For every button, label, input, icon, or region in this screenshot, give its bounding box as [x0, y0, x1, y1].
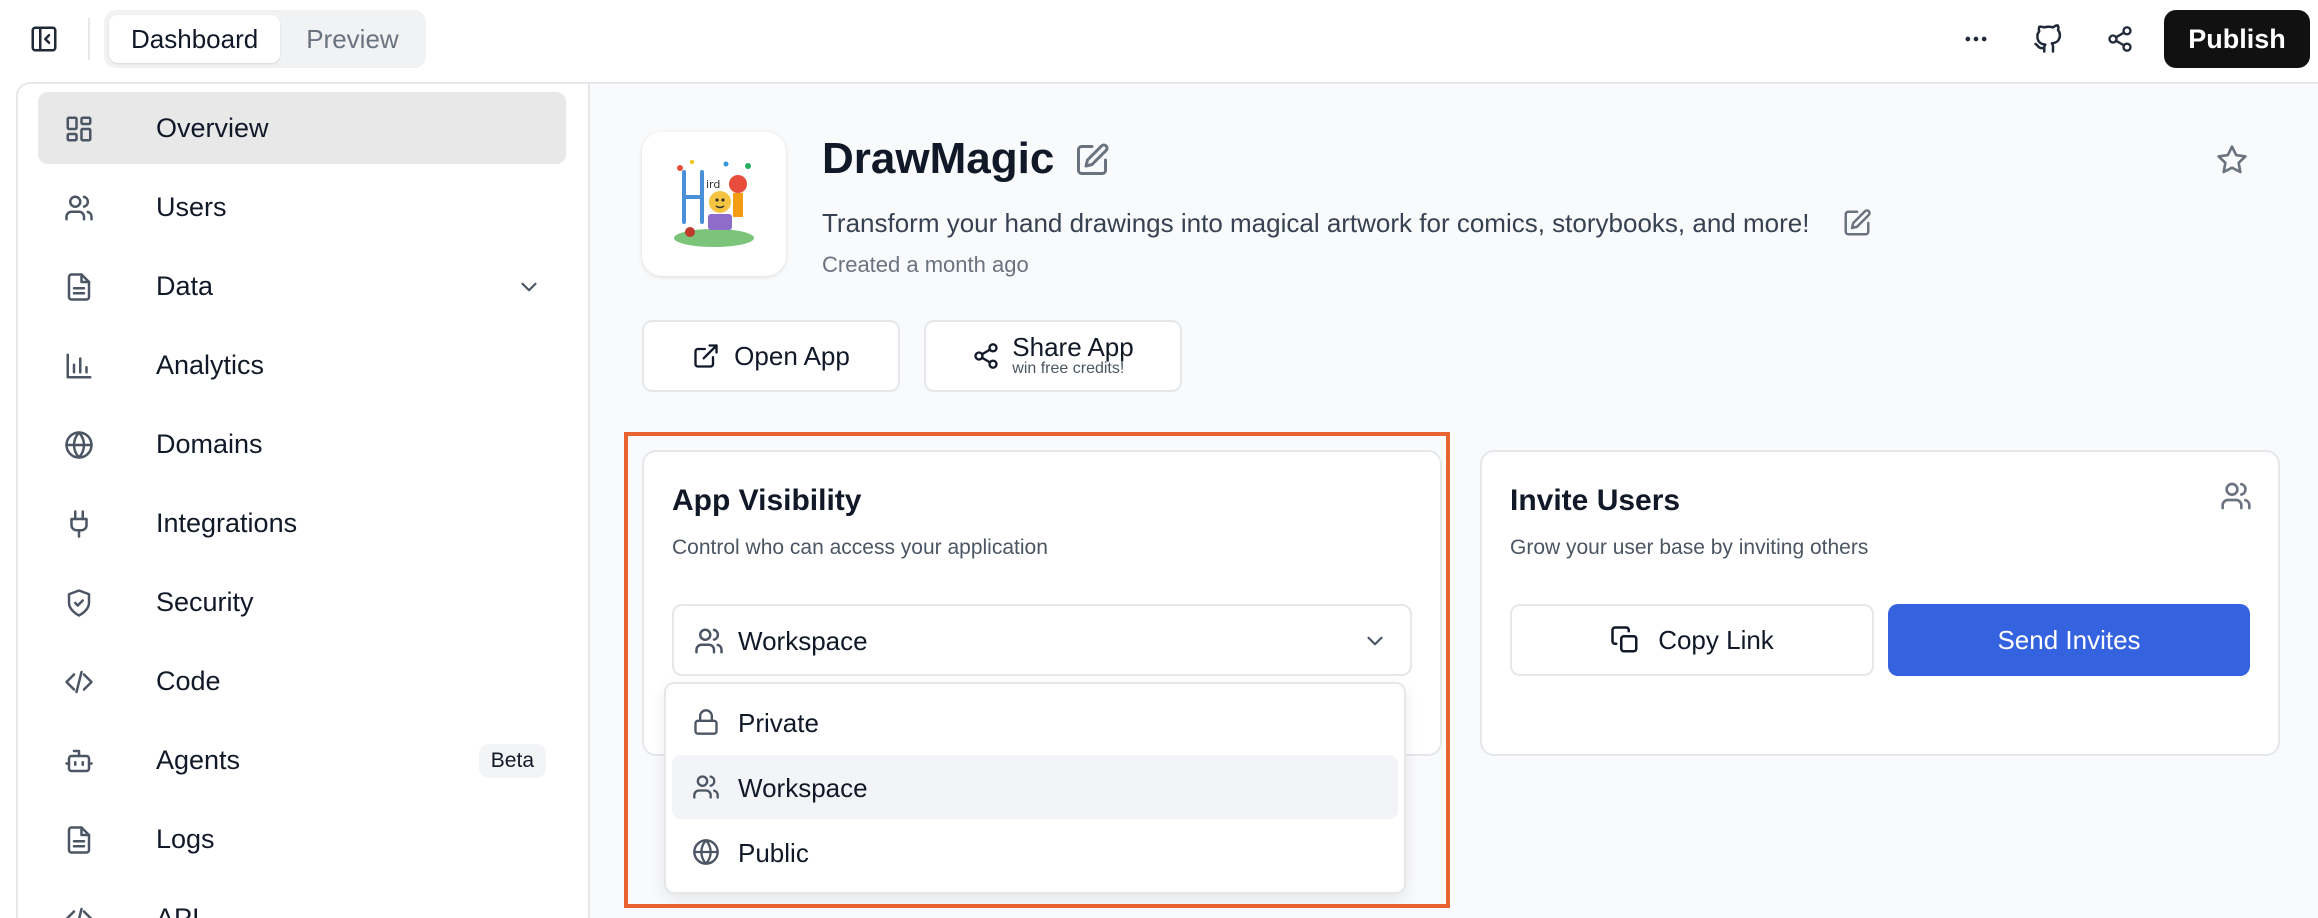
tab-preview[interactable]: Preview — [284, 15, 420, 63]
lock-icon — [692, 708, 720, 736]
option-label: Workspace — [738, 773, 868, 803]
page-title: DrawMagic — [822, 134, 1055, 183]
card-subtitle: Control who can access your application — [672, 536, 1048, 559]
sidebar-item-domains[interactable]: Domains — [38, 408, 566, 480]
sidebar-item-label: Overview — [156, 112, 269, 143]
plug-icon — [64, 509, 94, 539]
invite-users-card: Invite Users Grow your user base by invi… — [1480, 450, 2280, 756]
sidebar-item-label: Security — [156, 586, 254, 617]
document-icon — [64, 272, 94, 302]
card-title: App Visibility — [672, 484, 862, 517]
users-icon — [692, 773, 720, 801]
created-timestamp: Created a month ago — [822, 252, 1029, 277]
option-workspace[interactable]: Workspace — [672, 755, 1398, 819]
globe-icon — [64, 430, 94, 460]
more-icon[interactable] — [1948, 11, 2004, 67]
copy-link-button[interactable]: Copy Link — [1510, 604, 1874, 676]
external-link-icon — [692, 342, 720, 370]
option-private[interactable]: Private — [672, 690, 1398, 754]
view-switcher: Dashboard Preview — [104, 10, 426, 68]
sidebar-item-label: Logs — [156, 823, 215, 854]
card-subtitle: Grow your user base by inviting others — [1510, 536, 1869, 559]
users-icon — [64, 193, 94, 223]
drawing-illustration-icon: ird — [674, 160, 754, 247]
sidebar-item-label: Code — [156, 665, 221, 696]
users-icon — [694, 626, 724, 656]
sidebar-item-users[interactable]: Users — [38, 171, 566, 243]
open-app-label: Open App — [734, 340, 850, 371]
share-app-label: Share App — [1012, 331, 1134, 362]
edit-icon[interactable] — [1842, 208, 1872, 238]
sidebar-item-label: API — [156, 902, 200, 918]
sidebar-item-label: Analytics — [156, 349, 265, 380]
sidebar-collapse-icon[interactable] — [16, 11, 72, 67]
users-icon — [2220, 480, 2252, 512]
option-label: Public — [738, 838, 809, 868]
shield-icon — [64, 588, 94, 618]
sidebar-item-data[interactable]: Data — [38, 250, 566, 322]
document-icon — [64, 825, 94, 855]
visibility-dropdown: Private Workspace Public — [664, 682, 1406, 894]
bar-chart-icon — [64, 351, 94, 381]
share-app-subtext: win free credits! — [1012, 360, 1125, 378]
sidebar-item-label: Integrations — [156, 507, 298, 538]
star-icon[interactable] — [2216, 144, 2248, 176]
copy-link-label: Copy Link — [1658, 624, 1774, 655]
sidebar: Overview Users Data Analytics Domains In… — [18, 84, 590, 918]
sidebar-item-integrations[interactable]: Integrations — [38, 487, 566, 559]
top-bar: Dashboard Preview Publish — [0, 0, 2318, 82]
chevron-down-icon — [1362, 628, 1388, 654]
sidebar-item-label: Domains — [156, 428, 263, 459]
bot-icon — [64, 746, 94, 776]
sidebar-item-label: Agents — [156, 744, 241, 775]
globe-icon — [692, 838, 720, 866]
app-description: Transform your hand drawings into magica… — [822, 208, 1810, 238]
share-icon[interactable] — [2092, 11, 2148, 67]
code-icon — [64, 667, 94, 697]
grid-icon — [64, 114, 94, 144]
sidebar-item-code[interactable]: Code — [38, 645, 566, 717]
option-label: Private — [738, 708, 819, 738]
sidebar-item-security[interactable]: Security — [38, 566, 566, 638]
chevron-down-icon[interactable] — [516, 274, 542, 300]
share-icon — [972, 342, 1000, 370]
svg-text:ird: ird — [706, 178, 720, 191]
send-invites-button[interactable]: Send Invites — [1888, 604, 2250, 676]
share-app-button[interactable]: Share App win free credits! — [924, 320, 1182, 392]
sidebar-item-api[interactable]: API — [38, 882, 566, 918]
toolbar-divider — [88, 18, 90, 60]
edit-icon[interactable] — [1074, 142, 1110, 178]
app-logo: ird — [642, 132, 786, 276]
code-icon — [64, 904, 94, 918]
sidebar-item-analytics[interactable]: Analytics — [38, 329, 566, 401]
card-title: Invite Users — [1510, 484, 1681, 517]
tab-dashboard[interactable]: Dashboard — [109, 15, 281, 63]
sidebar-item-overview[interactable]: Overview — [38, 92, 566, 164]
option-public[interactable]: Public — [672, 820, 1398, 884]
sidebar-item-agents[interactable]: Agents Beta — [38, 724, 566, 796]
visibility-select[interactable]: Workspace — [672, 604, 1412, 676]
sidebar-item-label: Data — [156, 270, 214, 301]
sidebar-item-logs[interactable]: Logs — [38, 803, 566, 875]
selected-value: Workspace — [738, 626, 868, 656]
sidebar-item-label: Users — [156, 191, 227, 222]
copy-icon — [1610, 625, 1640, 655]
open-app-button[interactable]: Open App — [642, 320, 900, 392]
github-icon[interactable] — [2020, 11, 2076, 67]
beta-badge: Beta — [478, 744, 546, 778]
publish-button[interactable]: Publish — [2164, 10, 2310, 68]
